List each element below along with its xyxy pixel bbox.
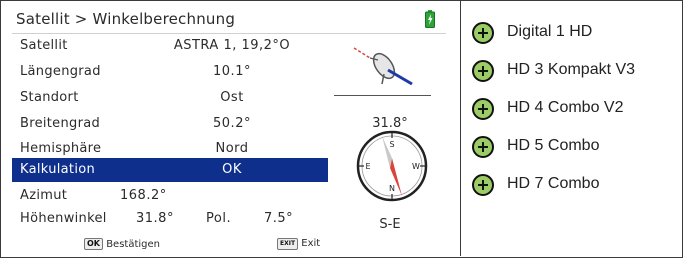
exit-button[interactable]: EXIT Exit: [277, 238, 320, 250]
row-label: Längengrad: [20, 64, 101, 79]
azimut-label: Azimut: [20, 188, 68, 203]
row-hoehenwinkel: Höhenwinkel 31.8° Pol. 7.5°: [12, 207, 328, 231]
exit-key-icon: EXIT: [277, 238, 299, 250]
separator-line: [334, 95, 431, 96]
receiver-screen: Satellit > Winkelberechnung Satellit AST…: [12, 6, 446, 252]
plus-circle-icon: [472, 22, 494, 44]
title-bar: Satellit > Winkelberechnung: [12, 6, 446, 34]
compass-w-label: W: [412, 162, 420, 171]
compass-icon: S N E W: [356, 130, 428, 202]
row-kalkulation[interactable]: Kalkulation OK: [12, 158, 328, 182]
panel-divider: [460, 0, 461, 256]
azimut-value: 168.2°: [120, 188, 167, 203]
polarization-value: 7.5°: [264, 211, 294, 226]
model-label: HD 7 Combo: [507, 175, 600, 192]
confirm-label: Bestätigen: [106, 239, 160, 250]
row-value: Ost: [220, 90, 244, 105]
elevation-value: 31.8°: [136, 211, 174, 226]
polarization-label: Pol.: [206, 211, 232, 226]
row-label: Hemisphäre: [20, 141, 102, 156]
footer-bar: OK Bestätigen EXIT Exit: [12, 236, 446, 252]
exit-label: Exit: [301, 238, 321, 249]
row-laengengrad[interactable]: Längengrad 10.1°: [12, 60, 328, 84]
model-label: HD 4 Combo V2: [507, 99, 624, 116]
model-label: HD 5 Combo: [507, 137, 600, 154]
model-label: HD 3 Kompakt V3: [507, 61, 636, 78]
row-satellit[interactable]: Satellit ASTRA 1, 19,2°O: [12, 34, 328, 58]
plus-circle-icon: [472, 174, 494, 196]
plus-circle-icon: [472, 60, 494, 82]
row-value: OK: [222, 162, 242, 177]
row-breitengrad[interactable]: Breitengrad 50.2°: [12, 112, 328, 136]
ok-key-icon: OK: [84, 238, 103, 250]
compass-e-label: E: [365, 162, 370, 171]
compass-s-label: S: [389, 140, 394, 149]
row-standort[interactable]: Standort Ost: [12, 86, 328, 110]
model-label: Digital 1 HD: [507, 23, 593, 40]
confirm-button[interactable]: OK Bestätigen: [84, 238, 160, 250]
row-label: Kalkulation: [20, 162, 96, 177]
compass-direction: S-E: [379, 217, 401, 232]
plus-circle-icon: [472, 136, 494, 158]
plus-circle-icon: [472, 98, 494, 120]
row-label: Breitengrad: [20, 116, 101, 131]
row-label: Satellit: [20, 38, 68, 53]
battery-charging-icon: [425, 10, 435, 28]
elevation-label: Höhenwinkel: [20, 211, 107, 226]
row-value: 50.2°: [213, 116, 251, 131]
screen-title: Satellit > Winkelberechnung: [16, 10, 236, 28]
row-azimut: Azimut 168.2°: [12, 184, 328, 208]
row-value: Nord: [215, 141, 249, 156]
compass-n-label: N: [389, 184, 395, 193]
row-value: ASTRA 1, 19,2°O: [173, 38, 291, 53]
row-label: Standort: [20, 90, 79, 105]
satellite-dish-icon: [353, 47, 413, 86]
row-value: 10.1°: [213, 64, 251, 79]
